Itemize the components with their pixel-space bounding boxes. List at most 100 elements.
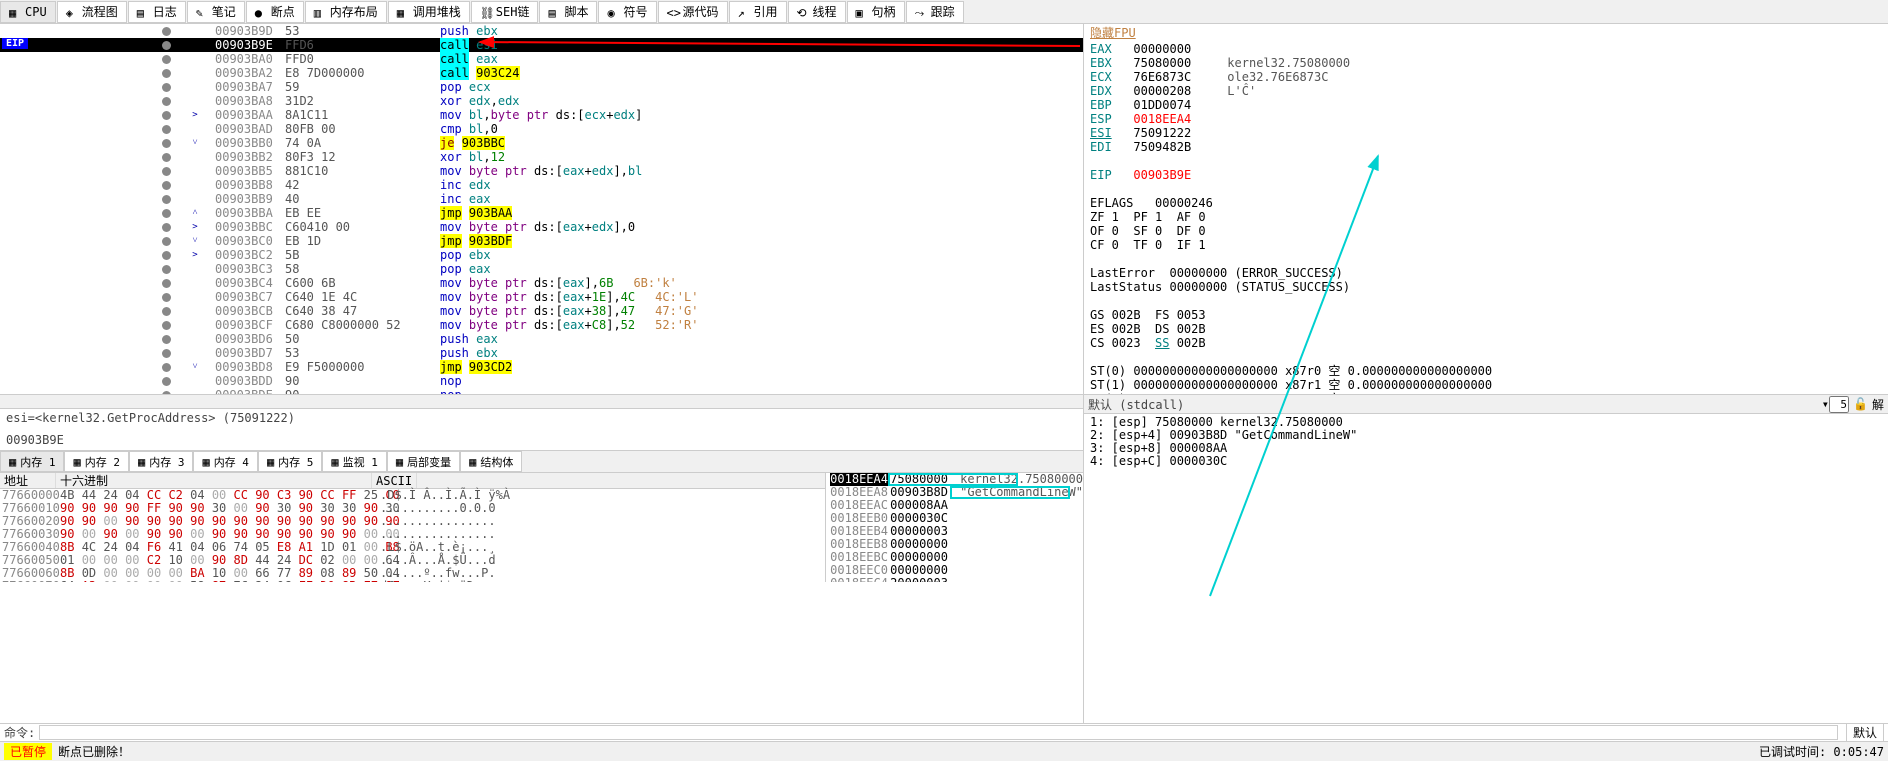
breakpoint-dot[interactable] bbox=[162, 55, 171, 64]
disasm-row[interactable]: 00903BB280F3 12xor bl,12 bbox=[0, 150, 1083, 164]
reg-line[interactable]: ESI 75091222 bbox=[1090, 126, 1882, 140]
reg-line[interactable]: ES 002B DS 002B bbox=[1090, 322, 1882, 336]
dump-tab[interactable]: ▦内存 5 bbox=[258, 451, 322, 472]
reg-line[interactable]: EIP 00903B9E bbox=[1090, 168, 1882, 182]
register-panel[interactable]: 隐藏FPU EAX 00000000EBX 75080000 kernel32.… bbox=[1084, 24, 1888, 394]
breakpoint-dot[interactable] bbox=[162, 223, 171, 232]
breakpoint-dot[interactable] bbox=[162, 97, 171, 106]
disasm-row[interactable]: 00903BDE90nop bbox=[0, 388, 1083, 394]
reg-line[interactable]: EBP 01DD0074 bbox=[1090, 98, 1882, 112]
disasm-row[interactable]: 00903BAD80FB 00cmp bl,0 bbox=[0, 122, 1083, 136]
dump-tab[interactable]: ▦监视 1 bbox=[322, 451, 386, 472]
reg-line[interactable] bbox=[1090, 252, 1882, 266]
reg-line[interactable]: ST(2) 00000000000000000000 x87r2 空 0.000… bbox=[1090, 392, 1882, 394]
disasm-row[interactable]: ˅00903BB074 0Aje 903BBC bbox=[0, 136, 1083, 150]
reg-line[interactable] bbox=[1090, 154, 1882, 168]
stack-dump[interactable]: 0018EEA475080000kernel32.750800000018EEA… bbox=[825, 473, 1083, 582]
breakpoint-dot[interactable] bbox=[162, 237, 171, 246]
disasm-hscroll[interactable] bbox=[0, 394, 1083, 408]
breakpoint-dot[interactable] bbox=[162, 363, 171, 372]
breakpoint-dot[interactable] bbox=[162, 293, 171, 302]
disasm-row[interactable]: 00903BCFC680 C8000000 52mov byte ptr ds:… bbox=[0, 318, 1083, 332]
reg-line[interactable]: ST(1) 00000000000000000000 x87r1 空 0.000… bbox=[1090, 378, 1882, 392]
reg-line[interactable]: EDX 00000208 L'Ĉ' bbox=[1090, 84, 1882, 98]
chevron-down-icon[interactable]: ▾ bbox=[1822, 397, 1829, 411]
disasm-row[interactable]: ˅00903BC0EB 1Djmp 903BDF bbox=[0, 234, 1083, 248]
disassembly-panel[interactable]: EIP 00903B9D53push ebx00903B9EFFD6call e… bbox=[0, 24, 1083, 394]
reg-line[interactable]: ECX 76E6873C ole32.76E6873C bbox=[1090, 70, 1882, 84]
reg-line[interactable]: LastStatus 00000000 (STATUS_SUCCESS) bbox=[1090, 280, 1882, 294]
dump-tab[interactable]: ▦结构体 bbox=[460, 451, 522, 472]
disasm-row[interactable]: 00903BA2E8 7D000000call 903C24 bbox=[0, 66, 1083, 80]
breakpoint-dot[interactable] bbox=[162, 349, 171, 358]
breakpoint-dot[interactable] bbox=[162, 27, 171, 36]
dump-row[interactable]: 7766007064 A3 00 00 00 00 58 87 7C 24 0C… bbox=[0, 580, 825, 582]
breakpoint-dot[interactable] bbox=[162, 391, 171, 395]
breakpoint-dot[interactable] bbox=[162, 335, 171, 344]
breakpoint-dot[interactable] bbox=[162, 307, 171, 316]
breakpoint-dot[interactable] bbox=[162, 111, 171, 120]
disasm-row[interactable]: >00903BC25Bpop ebx bbox=[0, 248, 1083, 262]
memory-dump[interactable]: 地址 十六进制 ASCII 776600004B 44 24 04 CC C2 … bbox=[0, 472, 1083, 582]
disasm-row[interactable]: 00903BC4C600 6Bmov byte ptr ds:[eax],6B6… bbox=[0, 276, 1083, 290]
disasm-row[interactable]: ˅00903BD8E9 F5000000jmp 903CD2 bbox=[0, 360, 1083, 374]
reg-line[interactable]: OF 0 SF 0 DF 0 bbox=[1090, 224, 1882, 238]
disasm-row[interactable]: >00903BBCC60410 00mov byte ptr ds:[eax+e… bbox=[0, 220, 1083, 234]
hide-fpu-link[interactable]: 隐藏FPU bbox=[1090, 26, 1882, 40]
dump-tab[interactable]: ▦内存 3 bbox=[129, 451, 193, 472]
breakpoint-dot[interactable] bbox=[162, 377, 171, 386]
breakpoint-dot[interactable] bbox=[162, 195, 171, 204]
disasm-row[interactable]: 00903BA0FFD0call eax bbox=[0, 52, 1083, 66]
disasm-row[interactable]: 00903BC7C640 1E 4Cmov byte ptr ds:[eax+1… bbox=[0, 290, 1083, 304]
reg-line[interactable]: CS 0023 SS 002B bbox=[1090, 336, 1882, 350]
breakpoint-dot[interactable] bbox=[162, 181, 171, 190]
dump-tab[interactable]: ▦内存 2 bbox=[64, 451, 128, 472]
reg-line[interactable]: LastError 00000000 (ERROR_SUCCESS) bbox=[1090, 266, 1882, 280]
breakpoint-dot[interactable] bbox=[162, 69, 171, 78]
reg-line[interactable] bbox=[1090, 294, 1882, 308]
disasm-row[interactable]: >00903BAA8A1C11mov bl,byte ptr ds:[ecx+e… bbox=[0, 108, 1083, 122]
breakpoint-dot[interactable] bbox=[162, 321, 171, 330]
reg-line[interactable]: CF 0 TF 0 IF 1 bbox=[1090, 238, 1882, 252]
arg-count-input[interactable] bbox=[1829, 396, 1849, 413]
disasm-row[interactable]: 00903BCBC640 38 47mov byte ptr ds:[eax+3… bbox=[0, 304, 1083, 318]
disasm-row[interactable]: 00903BA831D2xor edx,edx bbox=[0, 94, 1083, 108]
reg-line[interactable]: EBX 75080000 kernel32.75080000 bbox=[1090, 56, 1882, 70]
tab-log[interactable]: ▤日志 bbox=[128, 1, 186, 23]
reg-line[interactable]: EDI 7509482B bbox=[1090, 140, 1882, 154]
calling-convention[interactable]: 默认 (stdcall) bbox=[1088, 396, 1816, 413]
reg-line[interactable]: GS 002B FS 0053 bbox=[1090, 308, 1882, 322]
reg-line[interactable]: EFLAGS 00000246 bbox=[1090, 196, 1882, 210]
breakpoint-dot[interactable] bbox=[162, 125, 171, 134]
reg-line[interactable] bbox=[1090, 350, 1882, 364]
tab-seh[interactable]: ⛓SEH链 bbox=[471, 1, 539, 23]
tab-src[interactable]: <>源代码 bbox=[658, 1, 728, 23]
tab-bp[interactable]: ●断点 bbox=[246, 1, 304, 23]
tab-handle[interactable]: ▣句柄 bbox=[847, 1, 905, 23]
reg-line[interactable]: EAX 00000000 bbox=[1090, 42, 1882, 56]
dump-tab[interactable]: ▦内存 4 bbox=[193, 451, 257, 472]
disasm-row[interactable]: 00903BB5881C10mov byte ptr ds:[eax+edx],… bbox=[0, 164, 1083, 178]
disasm-row[interactable]: ˄00903BBAEB EEjmp 903BAA bbox=[0, 206, 1083, 220]
tab-trace[interactable]: ⤳跟踪 bbox=[906, 1, 964, 23]
command-input[interactable] bbox=[39, 725, 1838, 740]
disasm-row[interactable]: 00903BB842inc edx bbox=[0, 178, 1083, 192]
reg-line[interactable] bbox=[1090, 182, 1882, 196]
disasm-row[interactable]: 00903BDD90nop bbox=[0, 374, 1083, 388]
dump-tab[interactable]: ▦内存 1 bbox=[0, 451, 64, 472]
breakpoint-dot[interactable] bbox=[162, 139, 171, 148]
disasm-row[interactable]: 00903B9D53push ebx bbox=[0, 24, 1083, 38]
breakpoint-dot[interactable] bbox=[162, 167, 171, 176]
stack-row[interactable]: 0018EEC420000003 bbox=[826, 577, 1083, 582]
breakpoint-dot[interactable] bbox=[162, 265, 171, 274]
breakpoint-dot[interactable] bbox=[162, 251, 171, 260]
reg-line[interactable]: ZF 1 PF 1 AF 0 bbox=[1090, 210, 1882, 224]
tab-script[interactable]: ▤脚本 bbox=[539, 1, 597, 23]
breakpoint-dot[interactable] bbox=[162, 83, 171, 92]
disasm-row[interactable]: 00903BC358pop eax bbox=[0, 262, 1083, 276]
tab-thread[interactable]: ⟲线程 bbox=[788, 1, 846, 23]
tab-cpu[interactable]: ▦CPU bbox=[0, 1, 56, 23]
breakpoint-dot[interactable] bbox=[162, 279, 171, 288]
breakpoint-dot[interactable] bbox=[162, 209, 171, 218]
tab-ref[interactable]: ↗引用 bbox=[729, 1, 787, 23]
